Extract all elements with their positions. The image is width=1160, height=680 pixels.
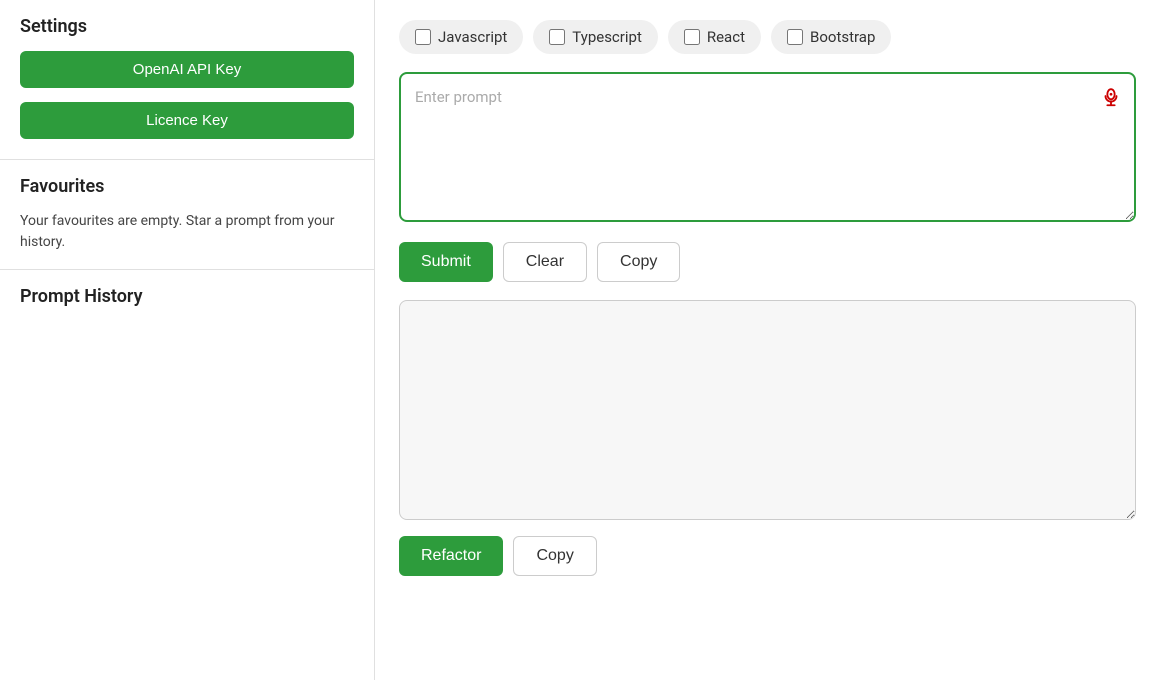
settings-section: Settings OpenAI API Key Licence Key [0, 0, 374, 160]
checkbox-react[interactable]: React [668, 20, 761, 54]
action-buttons-row: Submit Clear Copy [399, 242, 1136, 282]
refactor-button[interactable]: Refactor [399, 536, 503, 576]
main-content: Javascript Typescript React Bootstrap [375, 0, 1160, 680]
checkbox-bootstrap-input[interactable] [787, 29, 803, 45]
prompt-history-section: Prompt History [0, 270, 374, 680]
checkbox-bootstrap[interactable]: Bootstrap [771, 20, 891, 54]
checkbox-typescript-label: Typescript [572, 28, 642, 46]
submit-button[interactable]: Submit [399, 242, 493, 282]
checkbox-typescript-input[interactable] [549, 29, 565, 45]
checkbox-react-input[interactable] [684, 29, 700, 45]
favourites-title: Favourites [20, 176, 354, 197]
output-textarea[interactable] [399, 300, 1136, 520]
settings-title: Settings [20, 16, 354, 37]
prompt-textarea[interactable] [399, 72, 1136, 222]
prompt-history-title: Prompt History [20, 286, 354, 307]
favourites-section: Favourites Your favourites are empty. St… [0, 160, 374, 270]
openai-api-key-button[interactable]: OpenAI API Key [20, 51, 354, 88]
checkbox-javascript-label: Javascript [438, 28, 507, 46]
bottom-buttons-row: Refactor Copy [399, 536, 1136, 576]
checkbox-bootstrap-label: Bootstrap [810, 28, 875, 46]
checkbox-javascript-input[interactable] [415, 29, 431, 45]
checkbox-row: Javascript Typescript React Bootstrap [399, 20, 1136, 54]
checkbox-typescript[interactable]: Typescript [533, 20, 658, 54]
mic-icon[interactable] [1100, 86, 1122, 108]
copy-button[interactable]: Copy [597, 242, 680, 282]
clear-button[interactable]: Clear [503, 242, 587, 282]
licence-key-button[interactable]: Licence Key [20, 102, 354, 139]
copy-bottom-button[interactable]: Copy [513, 536, 596, 576]
favourites-empty-text: Your favourites are empty. Star a prompt… [20, 211, 354, 253]
sidebar: Settings OpenAI API Key Licence Key Favo… [0, 0, 375, 680]
checkbox-react-label: React [707, 28, 745, 46]
checkbox-javascript[interactable]: Javascript [399, 20, 523, 54]
prompt-wrapper [399, 72, 1136, 226]
